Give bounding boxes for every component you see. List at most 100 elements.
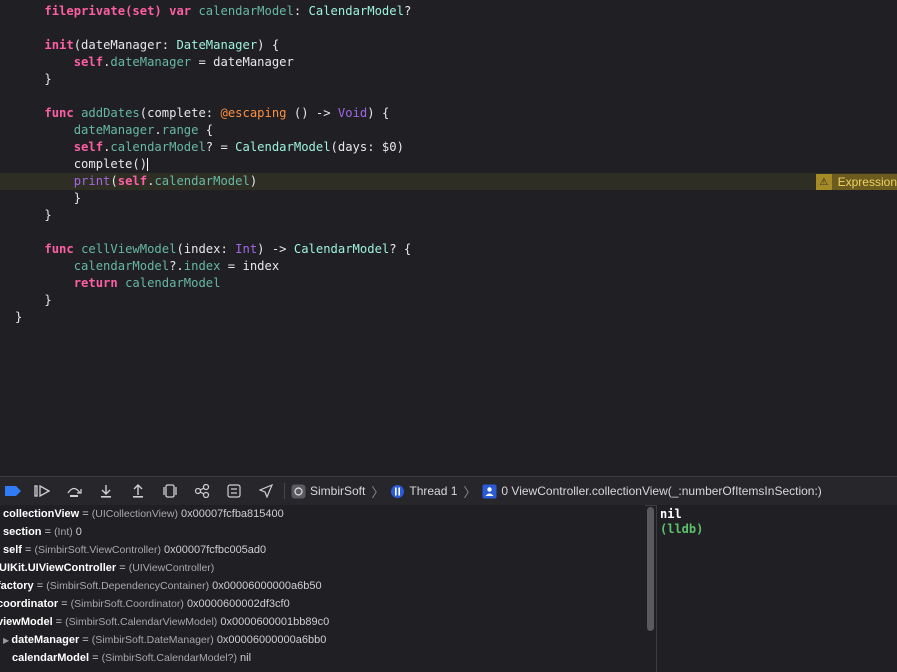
variable-row[interactable]: viewModel = (SimbirSoft.CalendarViewMode… [0,613,329,631]
variable-row[interactable]: coordinator = (SimbirSoft.Coordinator) 0… [0,595,290,613]
code-token: cellViewModel [81,242,177,256]
step-over-icon [67,487,82,497]
variable-type: (UICollectionView) [91,508,178,520]
environment-overrides-button[interactable] [218,477,250,505]
step-into-button[interactable] [90,477,122,505]
console-prompt: (lldb) [660,522,704,536]
console-view[interactable]: nil (lldb) [657,505,897,672]
equals-sign: = [41,526,55,538]
step-out-icon [133,484,143,498]
code-token: print [73,174,111,188]
code-line[interactable]: func cellViewModel(index: Int) -> Calend… [0,241,897,258]
variable-row[interactable]: section = (Int) 0 [3,523,82,541]
variable-name: coordinator [0,598,59,610]
code-line[interactable]: self.calendarModel? = CalendarModel(days… [0,139,897,156]
step-into-icon [101,485,111,498]
code-line[interactable]: } [0,309,897,326]
code-token: = index [220,259,280,273]
variable-name: section [3,526,42,538]
variable-row[interactable]: UIKit.UIViewController = (UIViewControll… [0,559,214,577]
simulate-location-button[interactable] [250,477,282,505]
variable-name: UIKit.UIViewController [0,562,117,574]
code-token: dateManager [73,123,155,137]
frame-label[interactable]: 0 ViewController.collectionView(_:number… [501,484,821,498]
chevron-right-icon: 〉 [371,484,385,500]
code-token: Int [235,242,258,256]
code-token: DateManager [176,38,258,52]
variables-scrollbar[interactable] [647,507,654,631]
variable-type: (SimbirSoft.DependencyContainer) [46,580,210,592]
thread-icon [391,484,405,498]
variable-type: (Int) [54,526,73,538]
code-line[interactable]: } [0,190,897,207]
code-token: () -> [286,106,338,120]
code-token: } [15,293,52,307]
variable-row[interactable]: calendarModel = (SimbirSoft.CalendarMode… [12,649,251,667]
variable-type: (SimbirSoft.ViewController) [34,544,161,556]
code-token: ) [396,140,404,154]
variable-row[interactable]: ▶ dateManager = (SimbirSoft.DateManager)… [3,631,326,649]
code-line[interactable]: self.dateManager = dateManager [0,54,897,71]
code-token: calendarModel [125,276,221,290]
code-line[interactable]: dateManager.range { [0,122,897,139]
step-over-button[interactable] [58,477,90,505]
variable-value: 0x00006000000a6bb0 [216,634,327,646]
variable-value: 0x00006000000a6b50 [212,580,322,592]
code-token: CalendarModel [235,140,331,154]
continue-button[interactable] [26,477,58,505]
equals-sign: = [33,580,47,592]
code-line[interactable]: calendarModel?.index = index [0,258,897,275]
variable-type: (SimbirSoft.Coordinator) [70,598,184,610]
code-line[interactable] [0,88,897,105]
code-token: Void [337,106,368,120]
variable-row[interactable]: factory = (SimbirSoft.DependencyContaine… [0,577,322,595]
code-line[interactable]: } [0,207,897,224]
code-token: var [169,4,192,18]
memory-graph-icon [194,484,210,498]
code-line[interactable] [0,20,897,37]
equals-sign: = [89,652,102,664]
target-label[interactable]: SimbirSoft [310,484,365,498]
code-line[interactable]: fileprivate(set) var calendarModel: Cale… [0,3,897,20]
code-line[interactable]: } [0,71,897,88]
code-token: func [44,106,74,120]
equals-sign: = [52,616,66,628]
environment-overrides-icon [227,484,241,498]
code-line[interactable]: return calendarModel [0,275,897,292]
code-token: } [15,72,52,86]
app-target-icon [291,484,306,498]
thread-label[interactable]: Thread 1 [409,484,457,498]
step-out-button[interactable] [122,477,154,505]
stack-frame-icon [482,484,497,498]
breakpoints-toggle-icon [5,486,21,496]
breakpoints-toggle-button[interactable] [0,477,26,505]
code-token: func [44,242,74,256]
code-token: ) { [257,38,280,52]
code-editor[interactable]: fileprivate(set) var calendarModel: Cale… [0,0,897,476]
code-line[interactable]: complete() [0,156,897,173]
code-line[interactable]: init(dateManager: DateManager) { [0,37,897,54]
code-token: ( [110,174,118,188]
issue-annotation[interactable]: ⚠ Expression [816,174,897,190]
toolbar-divider [284,483,285,499]
memory-graph-button[interactable] [186,477,218,505]
text-cursor [147,158,149,171]
code-line[interactable] [0,224,897,241]
code-line[interactable]: print(self.calendarModel) [0,173,897,190]
variable-row[interactable]: self = (SimbirSoft.ViewController) 0x000… [3,541,266,559]
code-token: = dateManager [191,55,294,69]
variable-row[interactable]: collectionView = (UICollectionView) 0x00… [3,505,284,523]
variables-view[interactable]: collectionView = (UICollectionView) 0x00… [0,505,645,672]
view-debugger-icon [163,484,177,498]
view-debugger-button[interactable] [154,477,186,505]
code-line[interactable]: } [0,292,897,309]
code-line[interactable]: func addDates(complete: @escaping () -> … [0,105,897,122]
variable-value: 0 [75,526,82,538]
code-token: } [15,191,82,205]
code-token: CalendarModel [308,4,404,18]
code-token: ) -> [257,242,294,256]
